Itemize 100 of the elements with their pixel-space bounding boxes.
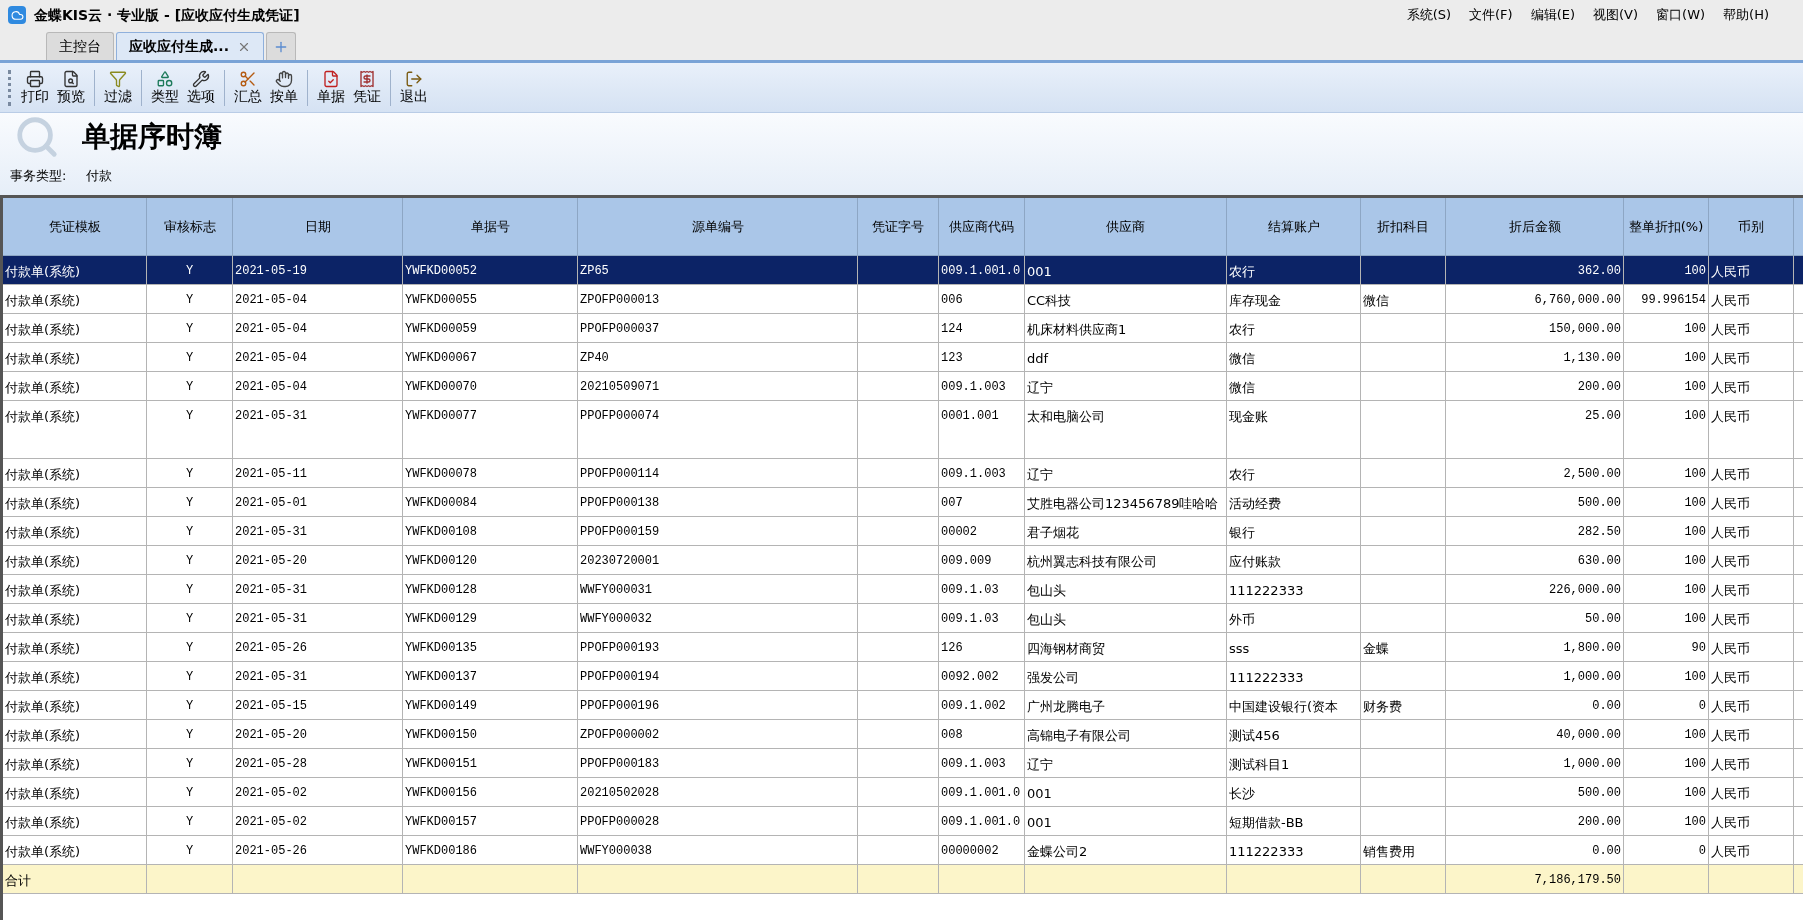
table-cell: PPOFP000037 <box>580 322 660 336</box>
table-cell: 100 <box>1684 322 1706 336</box>
table-row[interactable]: 付款单(系统) Y 2021-05-11 YWFKD00078 PPOFP000114 009.1.003 辽宁 农行 2,500.00 100 人民币 <box>3 459 1803 488</box>
table-row[interactable]: 付款单(系统) Y 2021-05-31 YWFKD00137 PPOFP000194 0092.002 强发公司 111222333 1,000.00 100 人民币 <box>3 662 1803 691</box>
toolbar-button[interactable]: 过滤 <box>100 70 136 105</box>
table-cell: 人民币 <box>1711 293 1750 308</box>
table-cell: 009.1.002 <box>941 699 1006 713</box>
table-cell: 00000002 <box>941 844 999 858</box>
table-row[interactable]: 付款单(系统) Y 2021-05-26 YWFKD00135 PPOFP000193 126 四海钢材商贸 sss 金蝶 1,800.00 90 人民币 <box>3 633 1803 662</box>
table-cell: 包山头 <box>1027 583 1066 598</box>
table-cell: YWFKD00157 <box>405 815 477 829</box>
table-cell: 001 <box>1027 786 1052 801</box>
table-cell: 2021-05-26 <box>235 844 307 858</box>
table-cell: 微信 <box>1363 293 1389 308</box>
table-row[interactable]: 付款单(系统) Y 2021-05-26 YWFKD00186 WWFY000038 00000002 金蝶公司2 111222333 销售费用 0.00 0 人民币 <box>3 836 1803 865</box>
table-cell: 人民币 <box>1711 525 1750 540</box>
table-cell: 付款单(系统) <box>5 815 81 830</box>
table-row[interactable]: 付款单(系统) Y 2021-05-31 YWFKD00108 PPOFP000159 00002 君子烟花 银行 282.50 100 人民币 <box>3 517 1803 546</box>
table-row[interactable]: 付款单(系统) Y 2021-05-02 YWFKD00156 20210502028 009.1.001.0 001 长沙 500.00 100 人民币 <box>3 778 1803 807</box>
table-cell: 测试456 <box>1229 728 1280 743</box>
table-row[interactable]: 付款单(系统) Y 2021-05-31 YWFKD00129 WWFY000032 009.1.03 包山头 外币 50.00 100 人民币 <box>3 604 1803 633</box>
tab[interactable]: 应收应付生成... <box>116 32 264 60</box>
menu-item[interactable]: 系统(S) <box>1406 5 1452 25</box>
window-title: 金蝶KIS云 · 专业版 - [应收应付生成凭证] <box>34 5 300 25</box>
menu-item[interactable]: 文件(F) <box>1469 5 1513 25</box>
table-cell: 销售费用 <box>1363 844 1415 859</box>
toolbar-button[interactable]: 退出 <box>396 70 432 105</box>
menu-item[interactable]: 帮助(H) <box>1723 5 1769 25</box>
new-tab-button[interactable] <box>265 32 296 60</box>
table-cell: 500.00 <box>1577 786 1621 800</box>
table-cell: 123 <box>941 351 963 365</box>
toolbar-button[interactable]: 汇总 <box>230 70 266 105</box>
table-cell: 2021-05-11 <box>235 467 307 481</box>
table-cell: 人民币 <box>1711 641 1750 656</box>
table-cell: YWFKD00052 <box>405 264 477 278</box>
table-cell: Y <box>185 757 194 771</box>
table-cell: 辽宁 <box>1027 380 1053 395</box>
table-cell: PPOFP000159 <box>580 525 660 539</box>
table-cell: Y <box>185 409 194 423</box>
table-row[interactable]: 付款单(系统) Y 2021-05-20 YWFKD00120 20230720001 009.009 杭州翼志科技有限公司 应付账款 630.00 100 人民币 <box>3 546 1803 575</box>
table-row[interactable]: 付款单(系统) Y 2021-05-04 YWFKD00070 20210509071 009.1.003 辽宁 微信 200.00 100 人民币 <box>3 372 1803 401</box>
table-row[interactable]: 付款单(系统) Y 2021-05-04 YWFKD00067 ZP40 123 ddf 微信 1,130.00 100 人民币 <box>3 343 1803 372</box>
table-row[interactable]: 付款单(系统) Y 2021-05-31 YWFKD00128 WWFY000031 009.1.03 包山头 111222333 226,000.00 100 人民币 <box>3 575 1803 604</box>
table-cell: 付款单(系统) <box>5 380 81 395</box>
table-cell: 99.996154 <box>1641 293 1706 307</box>
menu-item[interactable]: 窗口(W) <box>1656 5 1706 25</box>
toolbar-button[interactable]: 类型 <box>147 70 183 105</box>
table-row[interactable]: 付款单(系统) Y 2021-05-04 YWFKD00059 PPOFP000037 124 机床材料供应商1 农行 150,000.00 100 人民币 <box>3 314 1803 343</box>
table-cell: 付款单(系统) <box>5 293 81 308</box>
table-cell: 艾胜电器公司123456789哇哈哈 <box>1027 496 1219 511</box>
toolbar-button[interactable]: 单据 <box>313 70 349 105</box>
table-row[interactable]: 付款单(系统) Y 2021-05-28 YWFKD00151 PPOFP000183 009.1.003 辽宁 测试科目1 1,000.00 100 人民币 <box>3 749 1803 778</box>
toolbar-button[interactable]: 选项 <box>183 70 219 105</box>
tab[interactable]: 主控台 <box>46 32 114 60</box>
table-cell: 1,800.00 <box>1563 641 1621 655</box>
toolbar-button[interactable]: 打印 <box>17 70 53 105</box>
toolbar-button[interactable]: 预览 <box>53 70 89 105</box>
table-cell: YWFKD00067 <box>405 351 477 365</box>
table-cell: 200.00 <box>1577 815 1621 829</box>
table-cell: 2021-05-01 <box>235 496 307 510</box>
table-cell: 100 <box>1684 264 1706 278</box>
table-cell: 付款单(系统) <box>5 264 81 279</box>
table-cell: 20210509071 <box>580 380 660 394</box>
table-cell: ZPOFP000013 <box>580 293 660 307</box>
app-logo-icon <box>8 6 26 24</box>
table-row[interactable]: 付款单(系统) Y 2021-05-01 YWFKD00084 PPOFP000138 007 艾胜电器公司123456789哇哈哈 活动经费 500.00 100 人民币 <box>3 488 1803 517</box>
table-cell: 2021-05-04 <box>235 380 307 394</box>
toolbar-button[interactable]: 按单 <box>266 70 302 105</box>
table-cell: 广州龙腾电子 <box>1027 699 1105 714</box>
table-row[interactable]: 付款单(系统) Y 2021-05-02 YWFKD00157 PPOFP000028 009.1.001.0 001 短期借款-BB 200.00 100 人民币 <box>3 807 1803 836</box>
table-row[interactable]: 付款单(系统) Y 2021-05-31 YWFKD00077 PPOFP000074 0001.001 太和电脑公司 现金账 25.00 100 人民币 <box>3 401 1803 459</box>
table-cell: 付款单(系统) <box>5 554 81 569</box>
table-row[interactable]: 付款单(系统) Y 2021-05-15 YWFKD00149 PPOFP000196 009.1.002 广州龙腾电子 中国建设银行(资本 财务费 0.00 0 人民币 <box>3 691 1803 720</box>
table-cell: Y <box>185 786 194 800</box>
table-cell: YWFKD00150 <box>405 728 477 742</box>
table-cell: 009.1.03 <box>941 583 999 597</box>
table-cell: PPOFP000193 <box>580 641 660 655</box>
table-cell: YWFKD00077 <box>405 409 477 423</box>
table-cell: 2021-05-31 <box>235 525 307 539</box>
table-cell: 0 <box>1698 699 1706 713</box>
toolbar-button[interactable]: 凭证 <box>349 70 385 105</box>
table-cell: 2021-05-19 <box>235 264 307 278</box>
table-cell: 付款单(系统) <box>5 786 81 801</box>
printer-icon <box>26 70 44 88</box>
table-cell: YWFKD00151 <box>405 757 477 771</box>
table-cell: 282.50 <box>1577 525 1621 539</box>
table-row[interactable]: 付款单(系统) Y 2021-05-04 YWFKD00055 ZPOFP000013 006 CC科技 库存现金 微信 6,760,000.00 99.996154 人民币 <box>3 285 1803 314</box>
menu-item[interactable]: 编辑(E) <box>1530 5 1576 25</box>
table-cell: 人民币 <box>1711 815 1750 830</box>
table-cell: 100 <box>1684 467 1706 481</box>
table-cell: 微信 <box>1229 351 1255 366</box>
table-cell: PPOFP000196 <box>580 699 660 713</box>
table-cell: 现金账 <box>1229 409 1268 424</box>
table-cell: 付款单(系统) <box>5 496 81 511</box>
table-cell: 124 <box>941 322 963 336</box>
menu-item[interactable]: 视图(V) <box>1593 5 1639 25</box>
table-cell: 25.00 <box>1585 409 1621 423</box>
table-cell: 0092.002 <box>941 670 999 684</box>
table-row[interactable]: 付款单(系统) Y 2021-05-19 YWFKD00052 ZP65 009.1.001.0 001 农行 362.00 100 人民币 <box>3 256 1803 285</box>
table-row[interactable]: 付款单(系统) Y 2021-05-20 YWFKD00150 ZPOFP000002 008 高锦电子有限公司 测试456 40,000.00 100 人民币 <box>3 720 1803 749</box>
